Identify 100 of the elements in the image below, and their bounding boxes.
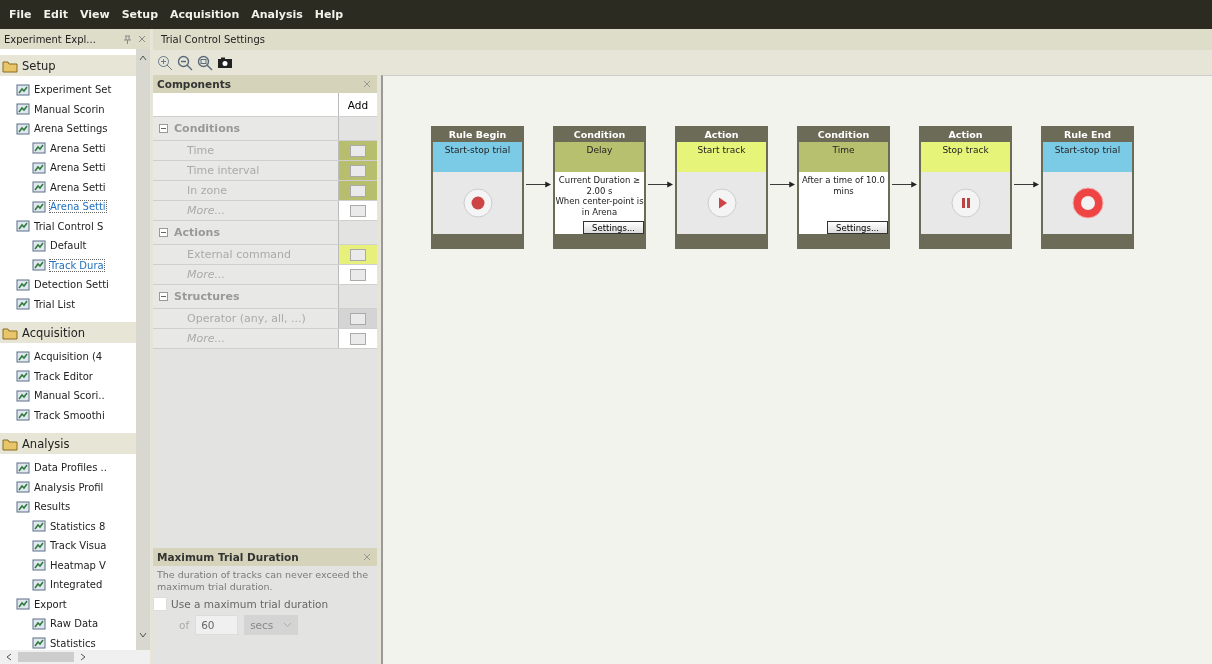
image-icon: [16, 369, 30, 384]
image-icon: [32, 258, 46, 273]
tree-item-label: Track Dura: [50, 259, 104, 271]
tree-item[interactable]: Analysis Profil: [0, 477, 136, 497]
image-icon: [16, 349, 30, 364]
tree-item[interactable]: Track Visua: [0, 536, 136, 556]
menu-item[interactable]: Help: [314, 8, 344, 21]
horizontal-scrollbar[interactable]: [0, 650, 150, 664]
folder-icon: [2, 325, 18, 340]
add-button[interactable]: [350, 248, 366, 261]
image-icon: [32, 180, 46, 195]
collapse-icon[interactable]: [159, 124, 168, 133]
tree-item[interactable]: Track Dura: [0, 255, 136, 275]
scroll-thumb[interactable]: [18, 652, 74, 662]
rule-block[interactable]: Action Stop track: [919, 126, 1012, 249]
block-name: Delay: [555, 142, 644, 172]
add-button[interactable]: [350, 312, 366, 325]
tree-item-label: Results: [34, 501, 71, 513]
caret-left-icon[interactable]: [6, 653, 12, 661]
tree-item[interactable]: Detection Setti: [0, 275, 136, 295]
rule-block[interactable]: Condition Delay Current Duration ≥ 2.00 s When center-point is in Arena Settings...: [553, 126, 646, 249]
tree-item[interactable]: Arena Setti: [0, 197, 136, 217]
caret-right-icon[interactable]: [80, 653, 86, 661]
menu-item[interactable]: File: [9, 8, 32, 21]
zoom-fit-icon[interactable]: [197, 54, 213, 71]
category-label: Conditions: [174, 122, 241, 135]
menu-item[interactable]: Edit: [43, 8, 68, 21]
arrow: [892, 181, 917, 188]
tree-item[interactable]: Arena Setti: [0, 158, 136, 178]
tree-item[interactable]: Manual Scori..: [0, 386, 136, 406]
settings-button[interactable]: Settings...: [827, 221, 888, 234]
vertical-scrollbar[interactable]: [136, 49, 150, 650]
rule-block[interactable]: Condition Time After a time of 10.0 mins Settings...: [797, 126, 890, 249]
tree-item[interactable]: Trial List: [0, 294, 136, 314]
section-header[interactable]: Setup: [0, 55, 136, 76]
menu-item[interactable]: View: [79, 8, 110, 21]
block-name: Stop track: [921, 142, 1010, 172]
duration-input[interactable]: 60: [195, 615, 239, 635]
tree-item-label: Acquisition (4: [34, 351, 103, 363]
block-name: Start-stop trial: [1043, 142, 1132, 172]
tree-item[interactable]: Export: [0, 594, 136, 614]
close-icon[interactable]: [138, 35, 146, 43]
tree-item[interactable]: Raw Data: [0, 614, 136, 634]
tree-item[interactable]: Track Smoothi: [0, 405, 136, 425]
zoom-in-icon[interactable]: [157, 54, 173, 71]
tree-item[interactable]: Arena Settings: [0, 119, 136, 139]
add-button[interactable]: [350, 164, 366, 177]
section-header[interactable]: Analysis: [0, 433, 136, 454]
add-button[interactable]: [350, 184, 366, 197]
checkbox[interactable]: [153, 597, 167, 611]
image-icon: [32, 519, 46, 534]
image-icon: [16, 499, 30, 514]
tree-item[interactable]: Acquisition (4: [0, 347, 136, 367]
tree-item[interactable]: Integrated: [0, 575, 136, 595]
settings-button[interactable]: Settings...: [583, 221, 644, 234]
zoom-out-icon[interactable]: [177, 54, 193, 71]
menu-item[interactable]: Setup: [121, 8, 158, 21]
add-button[interactable]: [350, 332, 366, 345]
tree-item[interactable]: Arena Setti: [0, 138, 136, 158]
arrow: [1014, 181, 1039, 188]
pin-icon[interactable]: [123, 34, 132, 44]
block-category: Condition: [572, 127, 627, 142]
tree-item[interactable]: Trial Control S: [0, 216, 136, 236]
document-title: Trial Control Settings: [153, 29, 1212, 50]
tree-item[interactable]: Statistics: [0, 633, 136, 653]
menu-item[interactable]: Analysis: [251, 8, 303, 21]
menu-item[interactable]: Acquisition: [170, 8, 240, 21]
play-icon: [706, 188, 737, 218]
rule-block[interactable]: Action Start track: [675, 126, 768, 249]
tree-item[interactable]: Results: [0, 497, 136, 517]
rule-block[interactable]: Rule Begin Start-stop trial: [431, 126, 524, 249]
collapse-icon[interactable]: [159, 292, 168, 301]
close-icon[interactable]: [363, 553, 371, 561]
close-icon[interactable]: [363, 80, 371, 88]
tree-item-label: Export: [34, 598, 67, 610]
image-icon: [16, 277, 30, 292]
camera-icon[interactable]: [217, 55, 233, 70]
tree-item[interactable]: Statistics 8: [0, 516, 136, 536]
tree-item[interactable]: Arena Setti: [0, 177, 136, 197]
tree-item-label: Data Profiles ..: [34, 462, 107, 474]
tree-item[interactable]: Heatmap V: [0, 555, 136, 575]
add-button[interactable]: [350, 268, 366, 281]
tree-item[interactable]: Manual Scorin: [0, 99, 136, 119]
block-category: Rule Begin: [447, 127, 508, 142]
image-icon: [16, 82, 30, 97]
rule-block[interactable]: Rule End Start-stop trial: [1041, 126, 1134, 249]
tree-item[interactable]: Default: [0, 236, 136, 256]
condition-text: When center-point is in Arena: [555, 196, 644, 217]
collapse-icon[interactable]: [159, 228, 168, 237]
image-icon: [32, 160, 46, 175]
tree-item[interactable]: Track Editor: [0, 366, 136, 386]
tree-item[interactable]: Data Profiles ..: [0, 458, 136, 478]
caret-down-icon[interactable]: [139, 632, 147, 638]
image-icon: [16, 408, 30, 423]
caret-up-icon[interactable]: [139, 55, 147, 61]
section-header[interactable]: Acquisition: [0, 322, 136, 343]
add-button[interactable]: [350, 144, 366, 157]
add-button[interactable]: [350, 204, 366, 217]
section-title: Acquisition: [22, 325, 85, 340]
tree-item[interactable]: Experiment Set: [0, 80, 136, 100]
